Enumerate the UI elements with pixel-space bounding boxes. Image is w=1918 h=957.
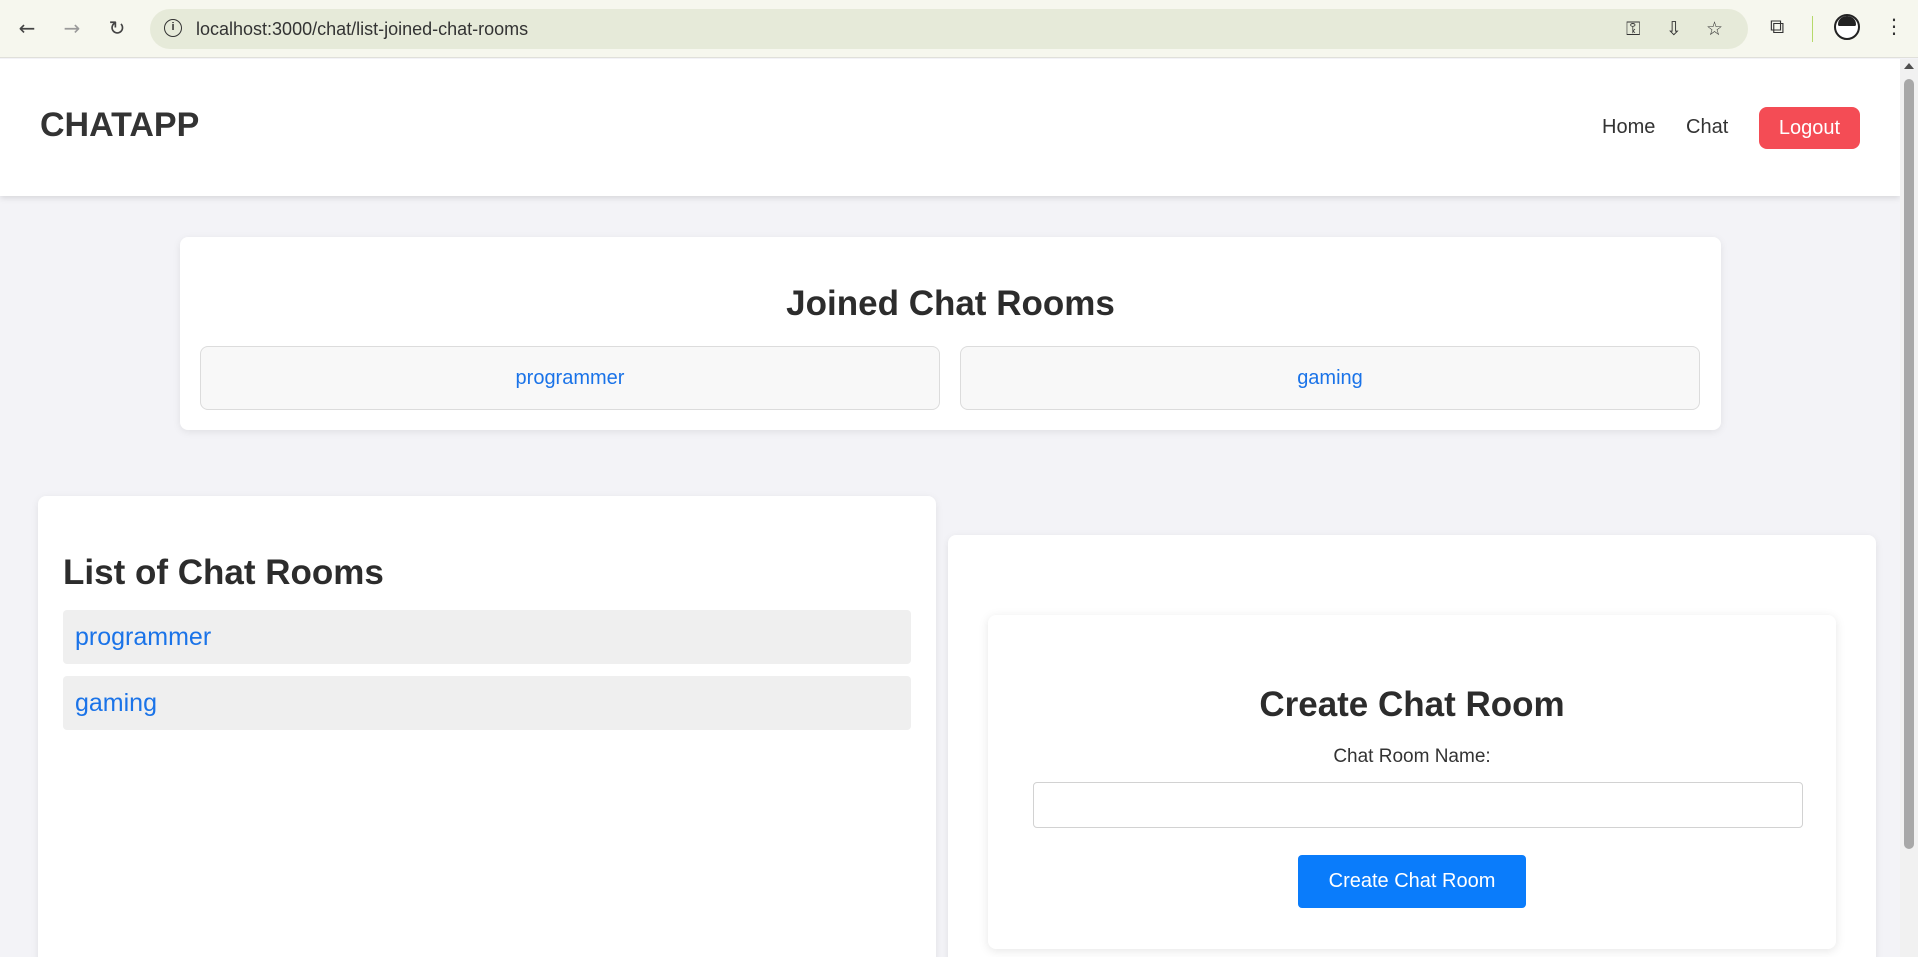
nav-link-home[interactable]: Home — [1602, 116, 1655, 139]
forward-arrow-icon[interactable]: → — [57, 13, 87, 43]
browser-toolbar: ← → ↻ i localhost:3000/chat/list-joined-… — [0, 0, 1918, 58]
room-name-input[interactable] — [1033, 782, 1803, 828]
chat-room-list-item[interactable]: programmer — [63, 610, 911, 664]
app-navbar: CHATAPP Home Chat Logout — [0, 59, 1900, 196]
chat-rooms-list-card: List of Chat Rooms programmer gaming — [38, 496, 936, 957]
joined-room-link[interactable]: programmer — [200, 346, 940, 410]
scroll-up-arrow-icon[interactable] — [1904, 63, 1914, 69]
room-name-label: Chat Room Name: — [1333, 746, 1491, 767]
create-room-form: Create Chat Room Chat Room Name: Create … — [988, 615, 1836, 949]
address-bar[interactable]: i localhost:3000/chat/list-joined-chat-r… — [150, 9, 1748, 49]
scrollbar-thumb[interactable] — [1904, 79, 1914, 849]
logout-button[interactable]: Logout — [1759, 107, 1860, 149]
joined-rooms-card: Joined Chat Rooms programmer gaming — [180, 237, 1721, 430]
profile-avatar[interactable] — [1834, 14, 1860, 40]
create-room-panel: Create Chat Room Chat Room Name: Create … — [948, 535, 1876, 957]
chat-room-list-item[interactable]: gaming — [63, 676, 911, 730]
reload-icon[interactable]: ↻ — [102, 13, 132, 43]
browser-menu-icon[interactable]: ⋮ — [1884, 14, 1904, 38]
joined-rooms-title: Joined Chat Rooms — [786, 284, 1115, 323]
back-arrow-icon[interactable]: ← — [12, 13, 42, 43]
page-scrollbar[interactable] — [1900, 59, 1918, 957]
password-key-icon[interactable]: ⚿ — [1626, 18, 1640, 40]
bookmark-star-icon[interactable]: ☆ — [1706, 18, 1723, 40]
joined-room-link[interactable]: gaming — [960, 346, 1700, 410]
create-room-button[interactable]: Create Chat Room — [1298, 855, 1526, 908]
url-text[interactable]: localhost:3000/chat/list-joined-chat-roo… — [196, 19, 528, 40]
toolbar-divider — [1812, 16, 1813, 42]
chat-rooms-list-title: List of Chat Rooms — [63, 553, 384, 592]
nav-link-chat[interactable]: Chat — [1686, 116, 1728, 139]
page-viewport: CHATAPP Home Chat Logout Joined Chat Roo… — [0, 59, 1900, 957]
create-room-title: Create Chat Room — [1259, 685, 1565, 724]
install-app-icon[interactable]: ⇩ — [1666, 18, 1682, 40]
site-info-icon[interactable]: i — [164, 19, 182, 37]
extensions-icon[interactable]: ⧉ — [1770, 14, 1784, 38]
brand-logo[interactable]: CHATAPP — [40, 106, 199, 145]
